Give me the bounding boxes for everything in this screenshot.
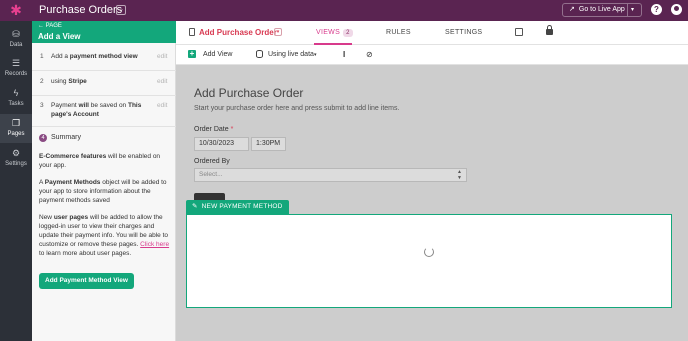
add-view-panel: ← PAGE Add a View 1 Add a payment method…: [32, 21, 176, 341]
hide-eye-icon[interactable]: ⊘: [366, 49, 373, 60]
panel-header: ← PAGE Add a View: [32, 21, 176, 43]
summary-user-pages-text: New user pages will be added to allow th…: [39, 214, 170, 257]
page-switcher-chevron-icon[interactable]: ▾: [274, 28, 282, 36]
rail-item-records[interactable]: ☰ Records: [0, 54, 32, 83]
panel-title: Add a View: [38, 32, 81, 41]
views-count-badge: 2: [343, 29, 353, 37]
app-logo-icon[interactable]: ✱: [9, 3, 23, 17]
page-tab-bar: Add Purchase Order ▾ VIEWS 2 RULES SETTIN…: [176, 21, 688, 45]
page-icon: [189, 28, 195, 36]
chevron-down-icon[interactable]: ▾: [314, 50, 317, 60]
app-title: Purchase Orders: [39, 4, 123, 16]
ordered-by-label: Ordered By: [194, 158, 230, 165]
page-canvas: Add Purchase Order Start your purchase o…: [176, 65, 688, 341]
step-item[interactable]: 3 Payment will be saved on This page's A…: [32, 96, 176, 127]
rail-item-label: Settings: [5, 161, 27, 167]
rail-item-data[interactable]: ⛁ Data: [0, 25, 32, 54]
add-view-plus-icon[interactable]: +: [188, 50, 196, 58]
bolt-icon: ϟ: [13, 88, 19, 98]
database-icon: [256, 50, 263, 58]
order-date-input[interactable]: 10/30/2023: [194, 137, 249, 151]
new-payment-method-view[interactable]: [186, 214, 672, 308]
rail-item-pages[interactable]: ❐ Pages: [0, 114, 32, 143]
step-item[interactable]: 2 using Stripe edit: [32, 71, 176, 96]
click-here-link[interactable]: Click here: [140, 241, 169, 248]
order-time-input[interactable]: 1:30PM: [251, 137, 286, 151]
gear-icon: ⚙: [11, 148, 21, 158]
tab-settings[interactable]: SETTINGS: [445, 28, 482, 38]
rail-item-label: Pages: [7, 131, 25, 137]
step-text: using Stripe: [51, 78, 87, 85]
page-name[interactable]: Add Purchase Order: [199, 27, 277, 38]
view-toolbar: + Add View Using live data ▾ I ⊘: [176, 45, 688, 65]
form-description: Start your purchase order here and press…: [194, 105, 400, 112]
summary-ecommerce-text: E-Commerce features will be enabled on y…: [39, 153, 161, 169]
user-avatar-icon[interactable]: [671, 4, 682, 15]
chevron-down-icon[interactable]: ▾: [631, 4, 634, 16]
summary-label: Summary: [51, 134, 81, 141]
add-view-button[interactable]: Add View: [203, 50, 232, 60]
lock-icon[interactable]: [546, 25, 553, 35]
rail-item-label: Tasks: [8, 101, 24, 107]
order-date-label: Order Date *: [194, 126, 234, 133]
ordered-by-select[interactable]: Select... ▲ ▼: [194, 168, 467, 182]
go-to-live-app-label: Go to Live App: [578, 6, 625, 13]
tab-rules[interactable]: RULES: [386, 28, 411, 38]
data-mode-dropdown[interactable]: Using live data: [268, 50, 314, 60]
help-icon[interactable]: ?: [651, 4, 662, 15]
step-number-badge: 4: [39, 134, 47, 142]
left-nav-rail: ⛁ Data ☰ Records ϟ Tasks ❐ Pages ⚙ Setti…: [0, 21, 32, 341]
step-text: Add a payment method view: [51, 53, 138, 60]
rail-item-settings[interactable]: ⚙ Settings: [0, 144, 32, 173]
external-link-icon: ↗: [569, 6, 575, 13]
step-number: 2: [40, 78, 44, 85]
step-edit-link[interactable]: edit: [157, 52, 167, 61]
wrench-icon: ✎: [192, 203, 198, 210]
step-number: 1: [40, 53, 44, 60]
step-edit-link[interactable]: edit: [157, 77, 167, 86]
step-item[interactable]: 1 Add a payment method view edit: [32, 47, 176, 71]
rail-item-label: Records: [4, 71, 28, 77]
top-bar: ✱ Purchase Orders ⌄ ↗ Go to Live App ▾ ?: [0, 0, 688, 21]
select-updown-icon: ▲ ▼: [457, 169, 462, 181]
data-icon: ⛁: [12, 29, 20, 39]
step-edit-link[interactable]: edit: [157, 101, 167, 110]
new-view-tag[interactable]: ✎ NEW PAYMENT METHOD: [186, 200, 289, 214]
add-payment-method-view-button[interactable]: Add Payment Method View: [39, 273, 134, 289]
go-to-live-app-button[interactable]: ↗ Go to Live App ▾: [562, 3, 642, 17]
database-icon: ☰: [11, 58, 21, 68]
step-number: 3: [40, 102, 44, 109]
divider: [627, 4, 628, 16]
step-text: Payment will be saved on This page's Acc…: [51, 102, 142, 118]
app-switcher-chevron-icon[interactable]: ⌄: [116, 5, 126, 15]
tab-views[interactable]: VIEWS 2: [316, 28, 353, 38]
rail-item-tasks[interactable]: ϟ Tasks: [0, 84, 32, 113]
rail-item-label: Data: [9, 42, 23, 48]
back-label: PAGE: [45, 23, 62, 29]
open-page-external-icon[interactable]: [515, 28, 523, 36]
loading-spinner-icon: [424, 247, 434, 257]
summary-payment-methods-text: A Payment Methods object will be added t…: [39, 179, 167, 204]
back-to-page-link[interactable]: ← PAGE: [38, 23, 62, 30]
pages-icon: ❐: [11, 118, 21, 128]
text-cursor-icon[interactable]: I: [343, 49, 345, 60]
form-title: Add Purchase Order: [194, 86, 304, 100]
